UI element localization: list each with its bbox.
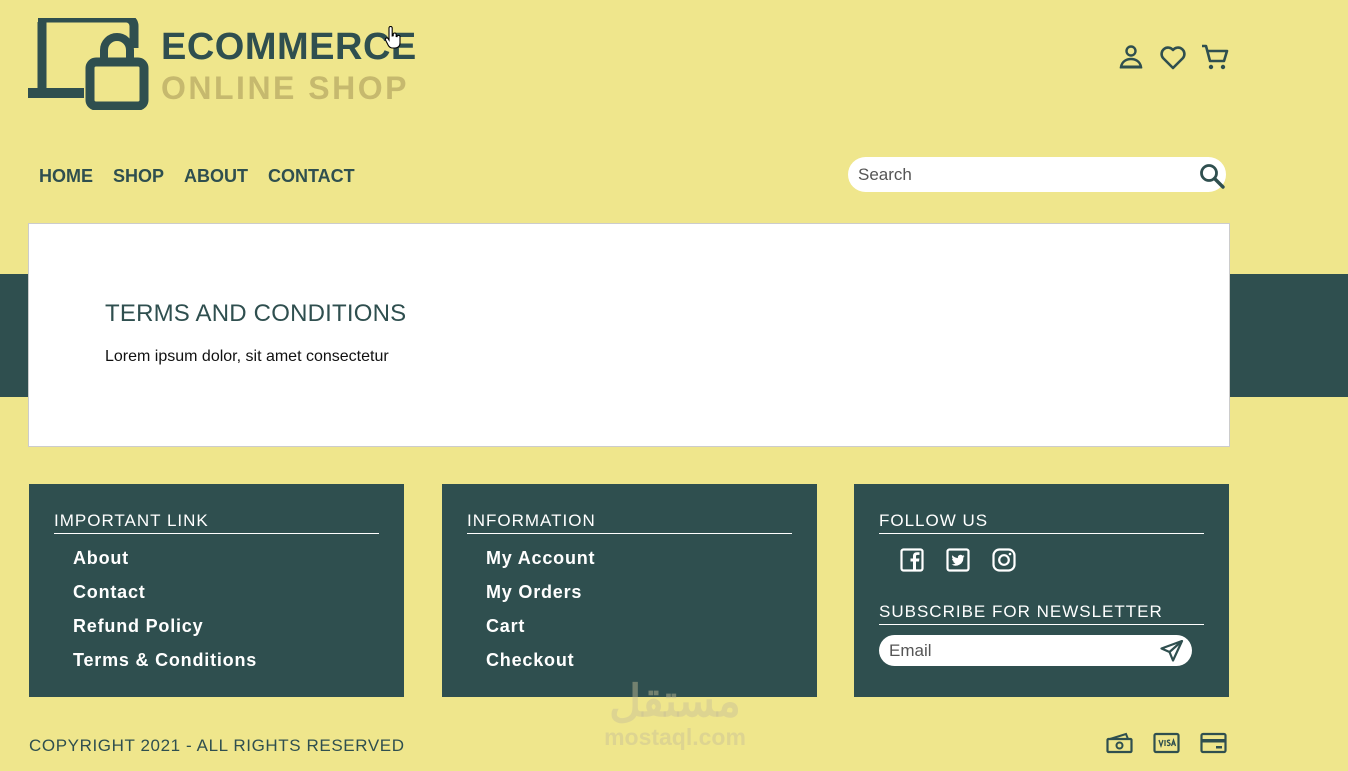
footer-link-list: My Account My Orders Cart Checkout <box>486 548 595 684</box>
footer-link-about[interactable]: About <box>73 548 129 568</box>
footer-section-title: IMPORTANT LINK <box>54 511 379 534</box>
logo-subtitle: ONLINE SHOP <box>161 70 409 106</box>
nav-home[interactable]: HOME <box>39 166 93 187</box>
list-item: Terms & Conditions <box>73 650 257 684</box>
footer-section-title: FOLLOW US <box>879 511 1204 534</box>
footer-section-title: INFORMATION <box>467 511 792 534</box>
nav-shop[interactable]: SHOP <box>113 166 164 187</box>
nav-contact[interactable]: CONTACT <box>268 166 355 187</box>
newsletter-form <box>879 635 1192 666</box>
page-title: TERMS AND CONDITIONS <box>105 300 407 327</box>
site-logo[interactable]: ECOMMERCE ONLINE SHOP <box>28 18 418 110</box>
credit-card-icon <box>1200 732 1227 754</box>
cash-icon <box>1106 732 1133 754</box>
list-item: Checkout <box>486 650 595 684</box>
footer-information: INFORMATION My Account My Orders Cart Ch… <box>442 484 817 697</box>
main-nav: HOME SHOP ABOUT CONTACT <box>39 166 355 187</box>
social-links <box>900 548 1016 572</box>
footer-link-contact[interactable]: Contact <box>73 582 146 602</box>
footer-link-my-orders[interactable]: My Orders <box>486 582 582 602</box>
list-item: Refund Policy <box>73 616 257 650</box>
user-icon[interactable] <box>1116 42 1146 72</box>
footer-link-refund-policy[interactable]: Refund Policy <box>73 616 203 636</box>
payment-methods <box>1106 732 1227 754</box>
instagram-icon[interactable] <box>992 548 1016 572</box>
footer-link-checkout[interactable]: Checkout <box>486 650 574 670</box>
logo-title: ECOMMERCE <box>161 26 417 68</box>
watermark-latin: mostaql.com <box>604 724 746 750</box>
list-item: My Orders <box>486 582 595 616</box>
search-icon[interactable] <box>1198 162 1226 190</box>
newsletter-title: SUBSCRIBE FOR NEWSLETTER <box>879 602 1204 625</box>
nav-about[interactable]: ABOUT <box>184 166 248 187</box>
header-icons <box>1116 42 1230 72</box>
list-item: Contact <box>73 582 257 616</box>
footer-important-links: IMPORTANT LINK About Contact Refund Poli… <box>29 484 404 697</box>
footer-link-cart[interactable]: Cart <box>486 616 525 636</box>
twitter-icon[interactable] <box>946 548 970 572</box>
send-icon[interactable] <box>1160 639 1184 662</box>
footer-link-terms[interactable]: Terms & Conditions <box>73 650 257 670</box>
facebook-icon[interactable] <box>900 548 924 572</box>
copyright-text: COPYRIGHT 2021 - ALL RIGHTS RESERVED <box>29 736 405 755</box>
page-body: Lorem ipsum dolor, sit amet consectetur <box>105 348 389 365</box>
visa-icon <box>1153 732 1180 754</box>
logo-mark-icon <box>28 18 149 110</box>
footer-follow-us: FOLLOW US SUBSCRIBE FOR NEWSLETTER <box>854 484 1229 697</box>
search-input[interactable] <box>848 164 1178 185</box>
email-field[interactable] <box>879 635 1149 666</box>
list-item: About <box>73 548 257 582</box>
cart-icon[interactable] <box>1200 42 1230 72</box>
search-bar <box>848 157 1226 192</box>
heart-icon[interactable] <box>1158 42 1188 72</box>
content-card: TERMS AND CONDITIONS Lorem ipsum dolor, … <box>28 223 1230 447</box>
hand-cursor-icon <box>384 26 401 49</box>
list-item: Cart <box>486 616 595 650</box>
footer-link-list: About Contact Refund Policy Terms & Cond… <box>73 548 257 684</box>
footer-link-my-account[interactable]: My Account <box>486 548 595 568</box>
list-item: My Account <box>486 548 595 582</box>
